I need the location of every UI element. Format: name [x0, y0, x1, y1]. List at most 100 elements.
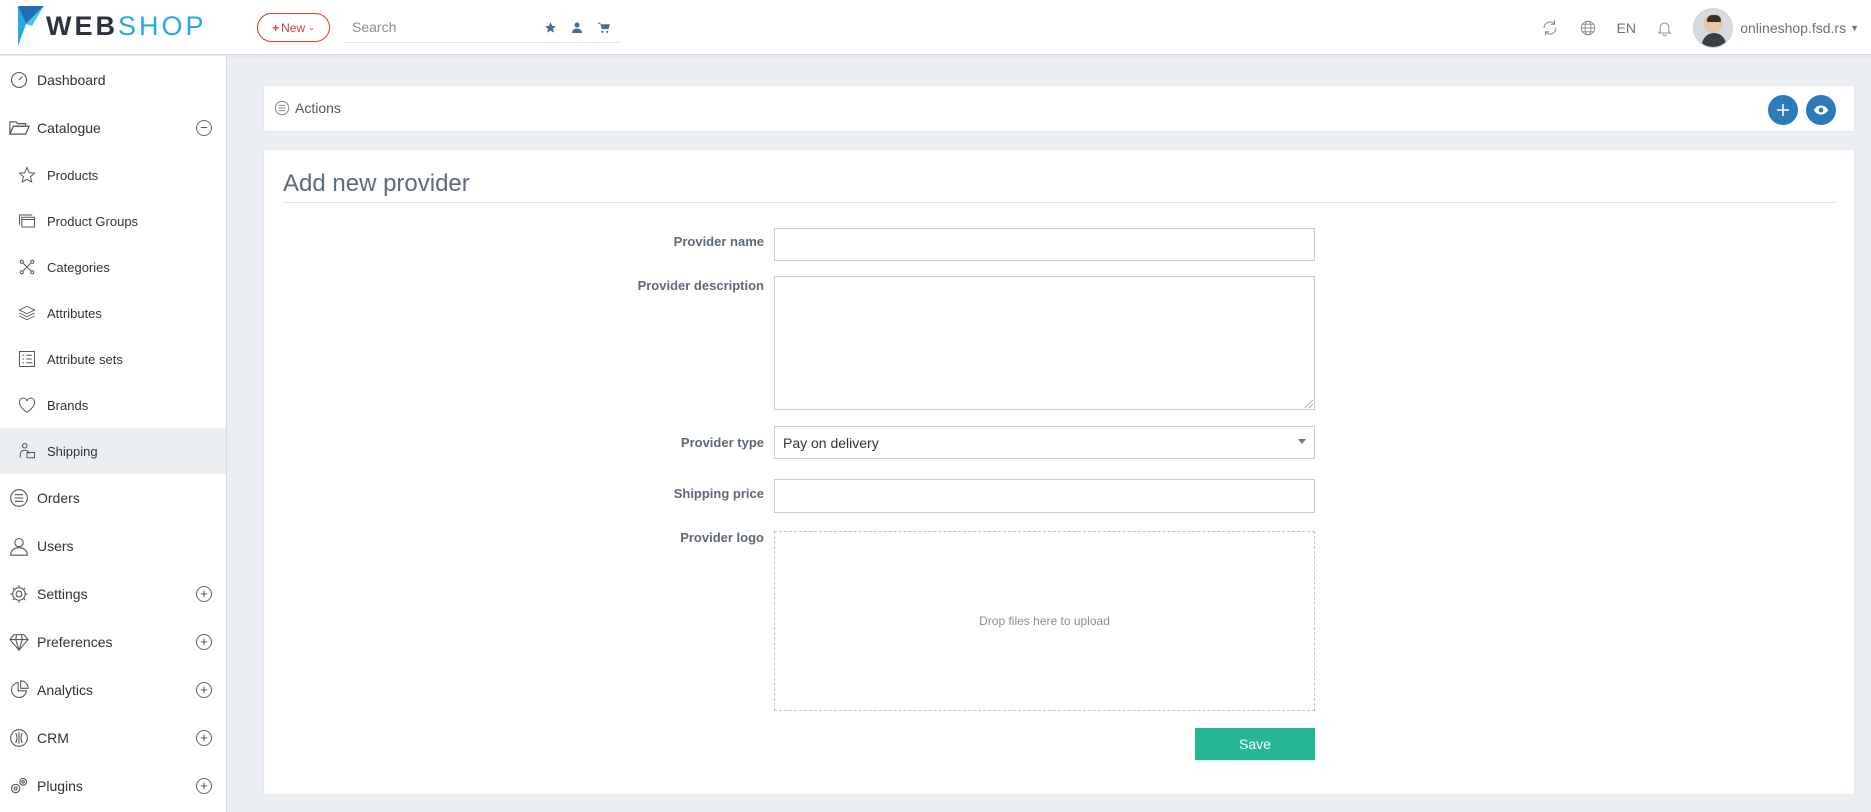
resize-handle-icon[interactable] [1305, 400, 1313, 408]
actions-bar: Actions [263, 85, 1855, 132]
layers-icon [16, 302, 38, 324]
pie-chart-icon [8, 679, 30, 701]
plus-icon: + [272, 20, 280, 35]
expand-icon[interactable]: + [196, 730, 212, 746]
user-name: onlineshop.fsd.rs [1740, 19, 1847, 36]
sidebar-item-label: CRM [37, 730, 69, 746]
logo-text: WEBSHOP [46, 10, 207, 41]
sidebar-item-label: Analytics [37, 682, 94, 698]
sidebar-item-settings[interactable]: Settings + [0, 570, 226, 618]
sidebar-item-label: Plugins [37, 778, 83, 794]
avatar[interactable] [1693, 7, 1734, 48]
divider [283, 202, 1835, 203]
page-title: Add new provider [283, 170, 470, 197]
network-icon [16, 256, 38, 278]
language-selector[interactable]: EN [1607, 20, 1645, 36]
provider-type-value: Pay on delivery [783, 434, 879, 451]
sidebar-item-label: Dashboard [37, 72, 106, 88]
sidebar-item-label: Users [37, 538, 74, 554]
sidebar-item-dashboard[interactable]: Dashboard [0, 56, 226, 104]
handshake-icon [8, 727, 30, 749]
dropzone-text: Drop files here to upload [979, 614, 1110, 628]
menu-circle-icon [274, 100, 290, 116]
provider-description-field[interactable] [774, 276, 1315, 410]
provider-logo-label: Provider logo [680, 530, 764, 545]
eye-icon [1813, 105, 1829, 115]
sidebar-item-label: Preferences [37, 634, 113, 650]
shipping-price-label: Shipping price [673, 486, 764, 501]
sidebar-item-crm[interactable]: CRM + [0, 714, 226, 762]
delivery-person-icon [16, 440, 38, 462]
provider-type-label: Provider type [680, 435, 764, 450]
user-menu[interactable]: onlineshop.fsd.rs ▼ [1740, 20, 1859, 36]
provider-name-label: Provider name [673, 234, 764, 249]
provider-type-select[interactable]: Pay on delivery [774, 426, 1315, 459]
sidebar-item-catalogue[interactable]: Catalogue − [0, 104, 226, 152]
logo-mark-icon [18, 6, 44, 46]
sidebar-item-label: Product Groups [47, 213, 139, 229]
actions-menu[interactable]: Actions [274, 100, 341, 116]
folder-open-icon [8, 117, 30, 139]
bell-icon[interactable] [1645, 19, 1683, 37]
add-provider-form: Add new provider Provider name Provider … [263, 149, 1855, 795]
search-bar [342, 13, 620, 43]
shipping-price-field[interactable] [774, 479, 1315, 513]
layers-window-icon [16, 210, 38, 232]
star-outline-icon [16, 164, 38, 186]
sidebar-item-categories[interactable]: Categories [0, 244, 226, 290]
sidebar-item-attributes[interactable]: Attributes [0, 290, 226, 336]
cart-icon[interactable] [596, 19, 612, 35]
user-outline-icon [8, 535, 30, 557]
sidebar: Dashboard Catalogue − Products Product G… [0, 56, 227, 812]
sidebar-item-product-groups[interactable]: Product Groups [0, 198, 226, 244]
heart-icon [16, 394, 38, 416]
new-button[interactable]: + New ⌄ [257, 13, 330, 42]
add-button[interactable] [1768, 95, 1798, 125]
diamond-icon [8, 631, 30, 653]
list-icon [16, 348, 38, 370]
logo-dropzone[interactable]: Drop files here to upload [774, 531, 1315, 711]
sidebar-item-label: Brands [47, 397, 89, 413]
globe-icon[interactable] [1569, 19, 1607, 37]
sidebar-item-products[interactable]: Products [0, 152, 226, 198]
sidebar-item-orders[interactable]: Orders [0, 474, 226, 522]
provider-description-label: Provider description [637, 278, 764, 293]
save-button[interactable]: Save [1195, 728, 1315, 760]
expand-icon[interactable]: + [196, 634, 212, 650]
sidebar-item-label: Orders [37, 490, 80, 506]
plus-icon [1777, 104, 1789, 116]
sidebar-item-shipping[interactable]: Shipping [0, 428, 226, 474]
caret-down-icon: ▼ [1850, 22, 1859, 33]
sidebar-item-label: Products [47, 167, 99, 183]
chevron-down-icon: ⌄ [308, 23, 315, 32]
provider-name-field[interactable] [774, 228, 1315, 261]
speedometer-icon [8, 69, 30, 91]
gear-icon [8, 583, 30, 605]
sidebar-item-plugins[interactable]: Plugins + [0, 762, 226, 810]
gears-icon [8, 775, 30, 797]
sidebar-item-label: Attribute sets [47, 351, 123, 367]
sidebar-item-label: Categories [47, 259, 110, 275]
preview-button[interactable] [1806, 95, 1836, 125]
dropdown-arrow-icon [1298, 439, 1306, 444]
top-bar: WEBSHOP + New ⌄ EN [0, 0, 1871, 55]
expand-icon[interactable]: + [196, 778, 212, 794]
sidebar-item-attribute-sets[interactable]: Attribute sets [0, 336, 226, 382]
sidebar-item-analytics[interactable]: Analytics + [0, 666, 226, 714]
expand-icon[interactable]: + [196, 586, 212, 602]
sidebar-item-users[interactable]: Users [0, 522, 226, 570]
collapse-icon[interactable]: − [196, 120, 212, 136]
refresh-icon[interactable] [1531, 19, 1569, 37]
star-icon[interactable] [542, 19, 558, 35]
sidebar-item-preferences[interactable]: Preferences + [0, 618, 226, 666]
list-circle-icon [8, 487, 30, 509]
sidebar-item-label: Settings [37, 586, 88, 602]
webshop-logo[interactable]: WEBSHOP [18, 6, 207, 46]
sidebar-item-label: Catalogue [37, 120, 101, 136]
user-icon[interactable] [569, 19, 585, 35]
sidebar-item-label: Shipping [47, 443, 98, 459]
new-button-label: New [281, 20, 306, 35]
expand-icon[interactable]: + [196, 682, 212, 698]
sidebar-item-brands[interactable]: Brands [0, 382, 226, 428]
search-input[interactable] [342, 13, 532, 41]
